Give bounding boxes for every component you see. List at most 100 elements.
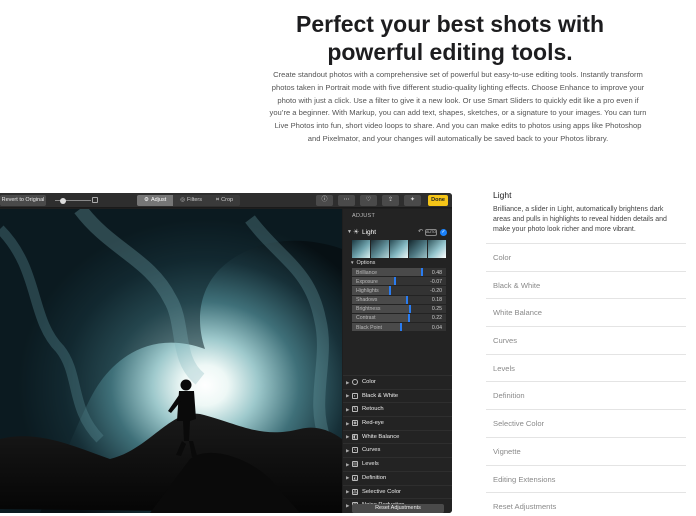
slider-handle[interactable] — [408, 313, 411, 323]
slider-contrast[interactable]: Contrast 0.22 — [352, 313, 446, 324]
feature-item-vignette[interactable]: Vignette — [486, 438, 686, 466]
feature-item-selective-color[interactable]: Selective Color — [486, 410, 686, 438]
disclosure-right-icon[interactable]: ▶ — [346, 421, 349, 427]
tab-crop[interactable]: ⌗ Crop — [209, 195, 240, 206]
share-icon[interactable]: ⇪ — [382, 195, 399, 206]
tab-adjust[interactable]: ⚙ Adjust — [137, 195, 174, 206]
section-label: Selective Color — [362, 488, 401, 495]
section-white-balance[interactable]: ▶ ◧ White Balance — [343, 429, 452, 444]
slider-highlights[interactable]: Highlights -0.20 — [352, 286, 446, 296]
checkmark-icon[interactable]: ✓ — [440, 229, 447, 236]
light-preset-thumbnail[interactable] — [352, 240, 370, 258]
disclosure-right-icon[interactable]: ▶ — [346, 475, 349, 481]
selective-color-icon: ⁂ — [352, 488, 358, 495]
zoom-slider-knob[interactable] — [60, 197, 66, 204]
section-selective-color[interactable]: ▶ ⁂ Selective Color — [343, 484, 452, 499]
light-section-label: Light — [362, 229, 377, 236]
section-label: White Balance — [362, 433, 400, 440]
headline-line-1: Perfect your best shots with — [295, 11, 604, 37]
light-preset-thumbnail[interactable] — [371, 240, 389, 258]
revert-to-original-button[interactable]: Revert to Original — [0, 195, 46, 206]
disclosure-down-icon: ▼ — [350, 260, 355, 265]
slider-label: Contrast — [356, 315, 376, 322]
feature-item-white-balance[interactable]: White Balance — [486, 299, 686, 328]
slider-brightness[interactable]: Brightness 0.25 — [352, 304, 446, 314]
slider-value: -0.07 — [430, 278, 442, 285]
reset-adjustments-button[interactable]: Reset Adjustments — [352, 504, 444, 513]
retouch-icon: ✎ — [352, 406, 358, 413]
section-definition[interactable]: ▶ ◭ Definition — [343, 470, 452, 485]
slider-shadows[interactable]: Shadows 0.18 — [352, 295, 446, 305]
options-label: Options — [356, 260, 376, 266]
slider-label: Shadows — [356, 297, 378, 304]
disclosure-right-icon[interactable]: ▶ — [346, 462, 349, 468]
disclosure-down-icon[interactable]: ▼ — [347, 229, 352, 235]
section-levels[interactable]: ▶ ▤ Levels — [343, 457, 452, 471]
done-button[interactable]: Done — [428, 195, 448, 206]
tab-filters[interactable]: ◎ Filters — [173, 195, 209, 206]
section-black-white[interactable]: ▶ ◐ Black & White — [343, 388, 452, 403]
editor-toolbar: Revert to Original ⚙ Adjust ◎ Filters ⌗ … — [0, 193, 452, 208]
feature-item-curves[interactable]: Curves — [486, 327, 686, 355]
definition-icon: ◭ — [352, 474, 358, 481]
disclosure-right-icon[interactable]: ▶ — [346, 503, 349, 509]
slider-label: Black Point — [356, 324, 382, 331]
feature-item-editing-extensions[interactable]: Editing Extensions — [486, 466, 686, 494]
crop-icon: ⌗ — [216, 197, 220, 203]
section-curves[interactable]: ▶ ∿ Curves — [343, 443, 452, 457]
slider-handle[interactable] — [406, 295, 409, 304]
page-headline: Perfect your best shots with powerful ed… — [230, 10, 670, 66]
auto-button[interactable]: AUTO — [425, 229, 437, 236]
light-options-sliders: Brilliance 0.48 Exposure -0.07 Highlights -0.… — [352, 268, 446, 333]
slider-value: 0.25 — [431, 306, 442, 313]
disclosure-right-icon[interactable]: ▶ — [346, 407, 349, 413]
light-preset-thumbnail[interactable] — [428, 240, 446, 258]
disclosure-right-icon[interactable]: ▶ — [346, 380, 349, 386]
section-label: Color — [362, 379, 376, 385]
adjust-icon: ⚙ — [144, 197, 149, 203]
slider-black-point[interactable]: Black Point 0.04 — [352, 323, 446, 333]
info-icon[interactable]: ⓘ — [316, 195, 333, 206]
headline-line-2: powerful editing tools. — [327, 39, 573, 65]
slider-handle[interactable] — [409, 304, 412, 313]
slider-label: Brilliance — [356, 269, 378, 276]
section-label: Black & White — [362, 392, 399, 399]
disclosure-right-icon[interactable]: ▶ — [346, 489, 349, 495]
slider-handle[interactable] — [394, 277, 397, 286]
feature-item-levels[interactable]: Levels — [486, 355, 686, 383]
zoom-max-icon — [92, 197, 98, 203]
slider-label: Brightness — [356, 306, 381, 313]
feature-item-black-white[interactable]: Black & White — [486, 272, 686, 300]
more-options-icon[interactable]: ⋯ — [338, 195, 355, 206]
slider-handle[interactable] — [399, 323, 402, 332]
favorite-icon[interactable]: ♡ — [360, 195, 377, 206]
slider-exposure[interactable]: Exposure -0.07 — [352, 277, 446, 287]
feature-item-reset-adjustments[interactable]: Reset Adjustments — [486, 493, 686, 516]
section-label: Retouch — [362, 406, 384, 413]
light-presets-strip[interactable] — [352, 240, 446, 258]
section-red-eye[interactable]: ▶ ◉ Red-eye — [343, 416, 452, 430]
slider-handle[interactable] — [388, 286, 391, 295]
light-section-header[interactable]: ▼ ☀ Light ↶ AUTO ✓ — [346, 228, 450, 238]
slider-value: 0.18 — [431, 297, 442, 304]
undo-icon[interactable]: ↶ — [418, 228, 423, 235]
disclosure-right-icon[interactable]: ▶ — [346, 393, 349, 399]
slider-label: Highlights — [356, 287, 379, 294]
section-retouch[interactable]: ▶ ✎ Retouch — [343, 402, 452, 416]
section-color[interactable]: ▶ Color — [343, 375, 452, 389]
options-toggle[interactable]: ▼ Options — [350, 260, 375, 266]
slider-handle[interactable] — [420, 268, 423, 277]
edit-mode-tabs: ⚙ Adjust ◎ Filters ⌗ Crop — [137, 195, 241, 206]
feature-item-light[interactable]: Light Brilliance, a slider in Light, aut… — [486, 186, 686, 244]
feature-item-color[interactable]: Color — [486, 244, 686, 272]
disclosure-right-icon[interactable]: ▶ — [346, 448, 349, 454]
feature-title: Light — [493, 190, 512, 200]
ice-cave-photo — [0, 209, 342, 513]
light-preset-thumbnail[interactable] — [390, 240, 408, 258]
enhance-wand-icon[interactable]: ✦ — [404, 195, 421, 206]
feature-item-definition[interactable]: Definition — [486, 382, 686, 411]
light-preset-thumbnail[interactable] — [409, 240, 427, 258]
disclosure-right-icon[interactable]: ▶ — [346, 434, 349, 440]
slider-brilliance[interactable]: Brilliance 0.48 — [352, 268, 446, 278]
filters-icon: ◎ — [180, 197, 186, 203]
